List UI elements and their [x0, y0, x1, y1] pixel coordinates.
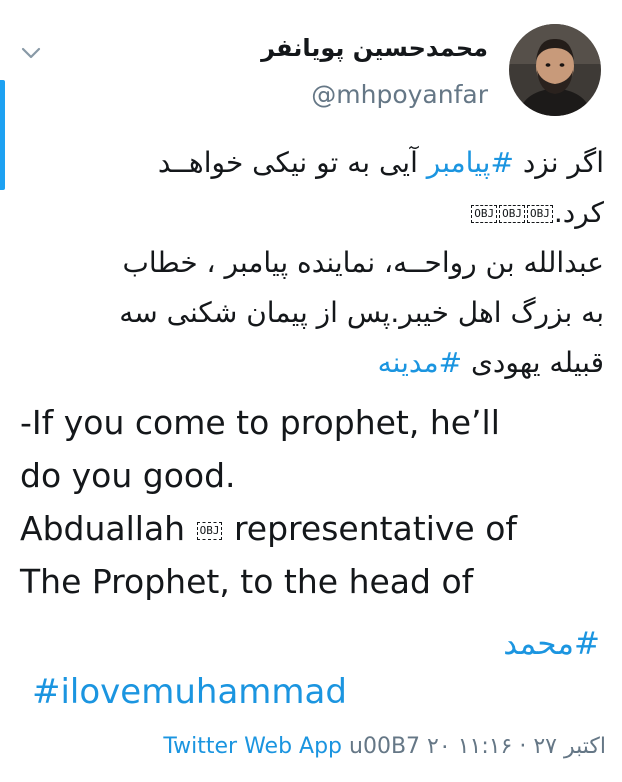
- chevron-down-icon[interactable]: [20, 42, 42, 64]
- text-line: Abduallah OBJ representative of: [20, 502, 604, 555]
- text-line: اگر نزد #پیامبر آیی به تو نیکی خواهــد: [20, 138, 604, 188]
- text-line: -If you come to prophet, he’ll: [20, 403, 500, 442]
- text-line: do you good.: [20, 456, 236, 495]
- text-line: به بزرگ اهل خیبر.پس از پیمان شکنی سه: [119, 296, 604, 329]
- text-span: آیی به تو نیکی خواهــد: [157, 146, 427, 179]
- tweet-text: اگر نزد #پیامبر آیی به تو نیکی خواهــد ک…: [20, 138, 604, 608]
- text-span: قبیله یهودی: [462, 346, 604, 379]
- hashtag-link[interactable]: #مدینه: [378, 346, 462, 379]
- text-span: کرد.: [553, 196, 604, 229]
- text-span: representative of: [233, 509, 518, 548]
- text-span: Abduallah: [20, 509, 186, 548]
- persian-text: اگر نزد #پیامبر آیی به تو نیکی خواهــد ک…: [20, 138, 604, 388]
- object-placeholder-icon: OBJ: [471, 205, 498, 223]
- escape-text: u00B7: [342, 734, 421, 759]
- author-name[interactable]: محمدحسین پویانفر: [261, 34, 488, 62]
- text-span: اگر نزد: [513, 146, 604, 179]
- object-placeholder-icon: OBJ: [499, 205, 525, 223]
- source-link[interactable]: Twitter Web App: [163, 734, 342, 759]
- object-placeholder-icon: OBJ: [526, 205, 553, 223]
- hashtag-link[interactable]: #ilovemuhammad: [32, 672, 347, 712]
- text-line: قبیله یهودی #مدینه: [20, 338, 604, 388]
- object-placeholder-icon: OBJ: [196, 521, 223, 540]
- text-line: کرد.OBJOBJOBJ: [20, 188, 604, 238]
- text-line: The Prophet, to the head of: [20, 562, 474, 601]
- timestamp[interactable]: ۲۰ اکتبر ۲۷ · ۱۱:۱۶: [420, 734, 606, 759]
- selection-accent-bar: [0, 80, 5, 190]
- hashtag-link[interactable]: #محمد: [503, 626, 600, 662]
- avatar[interactable]: [509, 24, 601, 116]
- english-text: -If you come to prophet, he’ll do you go…: [20, 396, 604, 608]
- hashtag-link[interactable]: #پیامبر: [427, 146, 514, 179]
- tweet-meta: Twitter Web App u00B7 ۲۰ اکتبر ۲۷ · ۱۱:۱…: [163, 734, 606, 759]
- author-handle[interactable]: @mhpoyanfar: [311, 80, 488, 109]
- text-line: عبدالله بن رواحــه، نماینده پیامبر ، خطا…: [122, 246, 604, 279]
